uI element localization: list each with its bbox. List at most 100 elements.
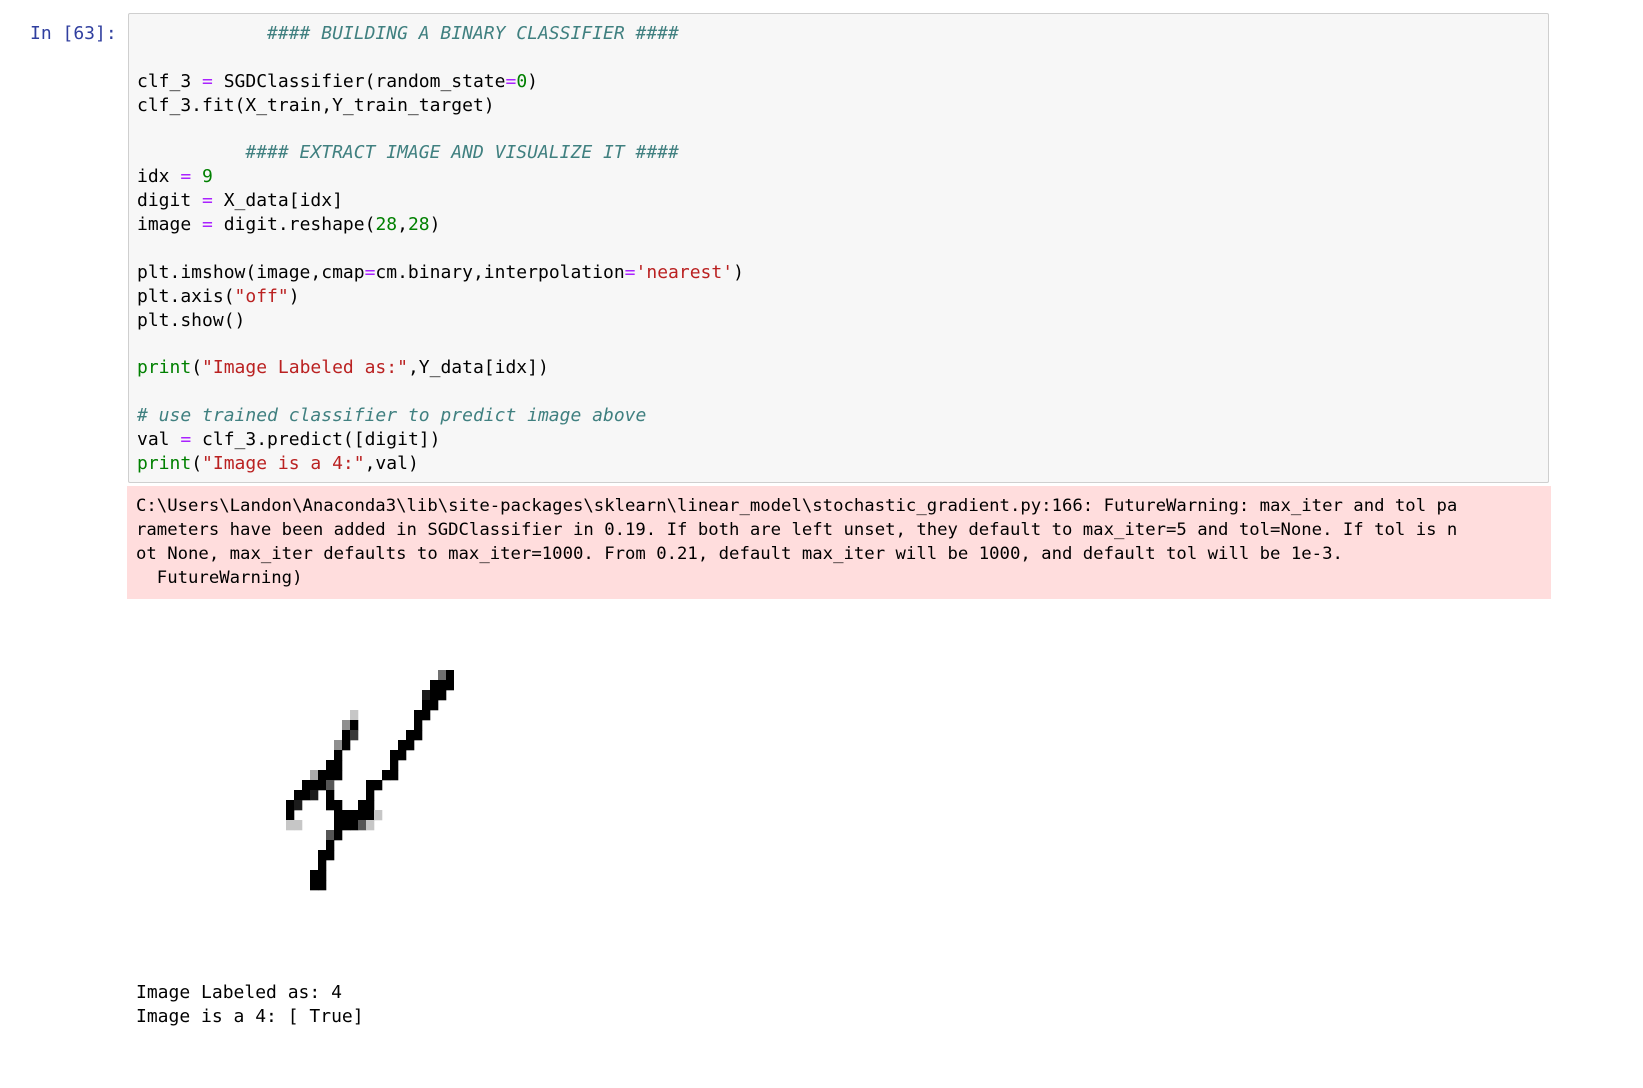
code-token: = [180,429,192,451]
digit-pixel [294,800,303,811]
digit-pixel [350,710,359,721]
digit-pixel [310,870,319,881]
code-token: = [364,261,376,283]
code-token: ) [527,70,539,92]
digit-pixel [326,760,335,771]
digit-pixel [302,780,311,791]
digit-pixel [326,840,335,851]
digit-pixel [342,720,351,731]
stderr-output: C:\Users\Landon\Anaconda3\lib\site-packa… [127,486,1551,599]
digit-pixel [334,820,343,831]
digit-pixel [326,800,335,811]
digit-pixel [326,830,335,841]
code-token: ) [733,261,744,283]
code-token: idx [137,166,181,188]
code-token: cm.binary,interpolation [375,261,625,283]
code-token: ,Y_data[idx]) [407,357,549,379]
digit-pixel [350,820,359,831]
code-token: digit.reshape( [212,214,376,236]
code-token: ) [288,285,300,307]
digit-pixel [366,810,375,821]
stderr-line: C:\Users\Landon\Anaconda3\lib\site-packa… [136,496,1458,516]
digit-pixel [414,730,423,741]
digit-pixel [286,820,295,831]
digit-pixel [342,740,351,751]
code-token: 'nearest' [635,261,734,283]
digit-image-output [286,670,454,891]
digit-pixel [334,810,343,821]
code-token: ( [191,357,203,379]
digit-pixel [334,750,343,761]
code-token: plt.show() [137,309,246,331]
digit-pixel [334,740,343,751]
digit-pixel [390,760,399,771]
digit-pixel [302,790,311,801]
code-token: , [397,214,408,236]
digit-pixel [390,770,399,781]
code-editor[interactable]: #### BUILDING A BINARY CLASSIFIER #### cl… [137,22,744,476]
code-token: print [137,453,192,475]
code-token: = [180,166,192,188]
digit-pixel [422,690,431,701]
digit-pixel [422,710,431,721]
code-token: clf_3.fit(X_train,Y_train_target) [137,94,495,116]
digit-pixel [310,780,319,791]
code-line: #### BUILDING A BINARY CLASSIFIER #### [137,22,744,46]
digit-pixel [350,730,359,741]
code-token: clf_3.predict([digit]) [191,429,441,451]
code-token: digit [137,190,203,212]
digit-pixel [350,720,359,731]
digit-pixel [334,800,343,811]
code-token: 28 [375,214,398,236]
digit-pixel [366,800,375,811]
code-line: plt.axis("off") [137,285,744,309]
code-token: plt.axis( [137,285,235,307]
digit-pixel [342,810,351,821]
digit-pixel [390,750,399,761]
digit-pixel [406,740,415,751]
digit-pixel [430,700,439,711]
digit-pixel [366,820,375,831]
digit-pixel [318,870,327,881]
digit-pixel [294,820,303,831]
code-token: "off" [234,285,289,307]
code-token: ( [191,453,203,475]
stdout-line: Image is a 4: [ True] [136,1005,364,1027]
code-token: clf_3 [137,70,203,92]
digit-pixel [318,850,327,861]
code-line: image = digit.reshape(28,28) [137,213,744,237]
digit-pixel [414,710,423,721]
digit-pixel [382,770,391,781]
input-prompt: In [63]: [30,23,117,44]
digit-pixel [430,690,439,701]
digit-pixel [318,860,327,871]
digit-pixel [286,800,295,811]
code-token: 28 [407,214,430,236]
digit-pixel [286,810,295,821]
digit-pixel [414,720,423,731]
code-cell-input[interactable]: #### BUILDING A BINARY CLASSIFIER #### cl… [128,13,1549,483]
code-line: digit = X_data[idx] [137,189,744,213]
digit-pixel [374,780,383,791]
digit-pixel [358,800,367,811]
digit-pixel [334,830,343,841]
digit-pixel [326,850,335,861]
digit-pixel [422,700,431,711]
stderr-line: ot None, max_iter defaults to max_iter=1… [136,543,1343,564]
code-token: "Image Labeled as:" [202,357,408,379]
digit-pixel [310,790,319,801]
digit-pixel [342,820,351,831]
digit-pixel [366,780,375,791]
digit-pixel [318,780,327,791]
code-token: print [137,357,192,379]
digit-pixel [398,750,407,761]
digit-pixel [318,880,327,891]
digit-pixel [438,690,447,701]
digit-pixel [446,680,454,691]
code-token: = [202,70,213,92]
